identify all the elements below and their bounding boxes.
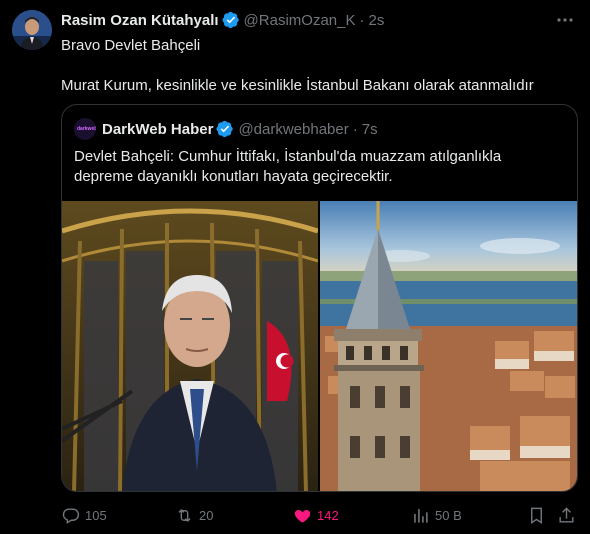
author-avatar[interactable]: [12, 10, 52, 50]
reply-icon: [62, 507, 80, 524]
reply-button[interactable]: 105: [61, 503, 107, 527]
views-icon: [414, 508, 428, 523]
views-button[interactable]: 50 B: [411, 503, 462, 527]
retweet-icon: [178, 508, 191, 522]
tweet-text-line-1: Bravo Devlet Bahçeli: [61, 37, 201, 54]
quoted-tweet[interactable]: darkweb DarkWeb Haber @darkwebhaber · 7s…: [61, 104, 578, 492]
media-image-portrait[interactable]: [62, 201, 318, 492]
bookmark-button[interactable]: [527, 503, 551, 527]
tweet-content: Rasim Ozan Kütahyalı @RasimOzan_K · 2s B…: [61, 10, 579, 96]
tweet-time[interactable]: 2s: [368, 12, 384, 29]
bookmark-icon: [531, 507, 542, 524]
retweet-count: 20: [199, 507, 214, 523]
quote-author-name[interactable]: DarkWeb Haber: [102, 121, 213, 138]
views-count: 50 B: [435, 507, 462, 523]
quote-text: Devlet Bahçeli: Cumhur İttifakı, İstanbu…: [74, 148, 502, 185]
like-button[interactable]: 142: [293, 503, 339, 527]
tweet[interactable]: Rasim Ozan Kütahyalı @RasimOzan_K · 2s B…: [0, 0, 590, 534]
quote-header: darkweb DarkWeb Haber @darkwebhaber · 7s: [74, 117, 378, 141]
verified-icon: [222, 11, 239, 29]
quote-author-handle[interactable]: @darkwebhaber: [238, 121, 348, 138]
tweet-header: Rasim Ozan Kütahyalı @RasimOzan_K · 2s: [61, 10, 579, 30]
quote-avatar[interactable]: darkweb: [74, 118, 96, 140]
reply-count: 105: [85, 507, 107, 523]
like-icon: [294, 509, 311, 523]
quote-avatar-logo: darkweb: [77, 126, 96, 132]
retweet-button[interactable]: 20: [175, 503, 213, 527]
share-icon: [559, 506, 574, 523]
author-name[interactable]: Rasim Ozan Kütahyalı: [61, 12, 219, 29]
quote-time[interactable]: 7s: [362, 121, 378, 138]
verified-icon: [216, 120, 234, 138]
share-button[interactable]: [557, 503, 581, 527]
tweet-actions: 105 20 142 50 B: [61, 503, 579, 527]
media-image-tower[interactable]: [320, 201, 578, 492]
like-count: 142: [317, 507, 339, 523]
quote-media[interactable]: [62, 201, 578, 492]
separator: ·: [359, 11, 365, 29]
separator: ·: [352, 120, 358, 138]
tweet-text-line-2: Murat Kurum, kesinlikle ve kesinlikle İs…: [61, 77, 534, 94]
author-handle[interactable]: @RasimOzan_K: [244, 12, 356, 29]
